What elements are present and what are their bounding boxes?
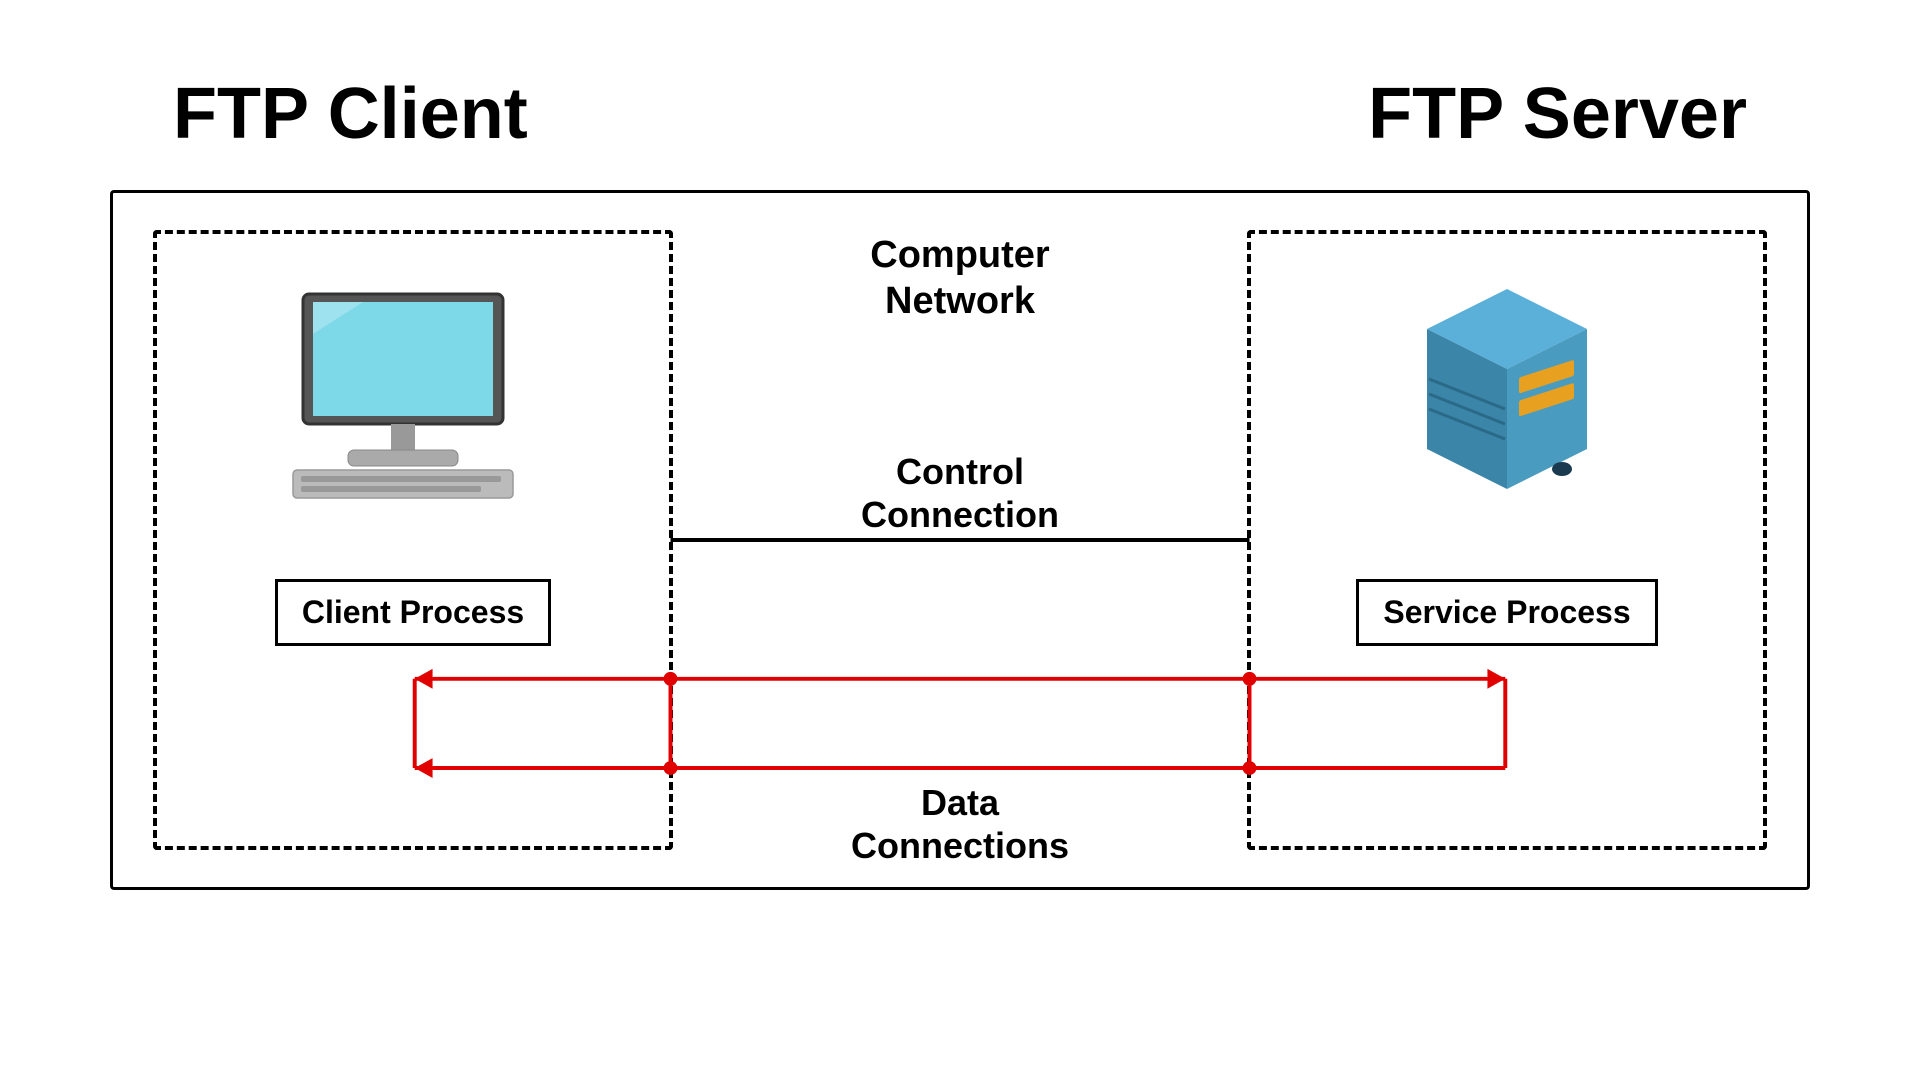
data-label-text: DataConnections — [851, 782, 1069, 866]
server-inner-box: Service Process — [1247, 230, 1767, 850]
server-icon — [1407, 279, 1607, 509]
control-label-text: ControlConnection — [861, 451, 1059, 535]
diagram-container: FTP Client FTP Server — [60, 90, 1860, 990]
network-label: ComputerNetwork — [870, 233, 1049, 324]
network-label-text: ComputerNetwork — [870, 234, 1049, 322]
ftp-client-label: FTP Client — [173, 73, 528, 155]
center-area: ComputerNetwork ControlConnection DataCo… — [713, 193, 1207, 887]
computer-icon-area — [273, 274, 553, 514]
control-connection-label: ControlConnection — [861, 450, 1059, 536]
computer-icon — [283, 284, 543, 504]
ftp-server-label: FTP Server — [1368, 73, 1747, 155]
service-process-label: Service Process — [1383, 594, 1630, 630]
data-connections-label: DataConnections — [851, 781, 1069, 867]
client-process-label: Client Process — [302, 594, 524, 630]
main-box: FTP Client FTP Server — [110, 190, 1810, 890]
server-icon-area — [1367, 274, 1647, 514]
client-process-box: Client Process — [275, 579, 551, 646]
client-inner-box: Client Process — [153, 230, 673, 850]
service-process-box: Service Process — [1356, 579, 1657, 646]
